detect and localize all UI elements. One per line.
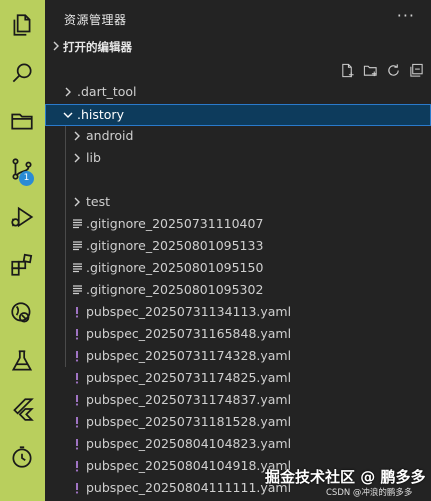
- exclamation-icon: [75, 483, 79, 494]
- chevron-right-icon: [74, 197, 80, 207]
- more-actions-button[interactable]: ···: [397, 6, 415, 25]
- tree-item-label: .gitignore_20250731110407: [86, 216, 264, 231]
- chevron-right-icon: [74, 153, 80, 163]
- chevron-right-icon: [53, 41, 59, 51]
- explorer-sidebar: 资源管理器 ··· 打开的编辑器 .dart_tool .history and…: [45, 0, 431, 501]
- tree-item-label: lib: [86, 150, 101, 165]
- tree-item-label: pubspec_20250731174837.yaml: [86, 392, 292, 407]
- tree-item-label: pubspec_20250804111111.yaml: [86, 480, 292, 495]
- collapse-all-icon: [409, 63, 423, 77]
- lines-file-icon: [73, 285, 82, 295]
- tree-item-label: android: [86, 128, 134, 143]
- chevron-right-icon: [65, 87, 71, 97]
- timeline-icon[interactable]: [5, 440, 39, 474]
- tree-item-yaml[interactable]: pubspec_20250731174825.yaml: [45, 367, 431, 389]
- tree-item-gitignore[interactable]: .gitignore_20250801095133: [45, 235, 431, 257]
- tree-item-label: pubspec_20250804104918.yaml: [86, 458, 292, 473]
- exclamation-icon: [75, 439, 79, 450]
- exclamation-icon: [75, 461, 79, 472]
- open-editors-label: 打开的编辑器: [63, 40, 132, 54]
- files-icon[interactable]: [5, 8, 39, 42]
- exclamation-icon: [75, 329, 79, 340]
- explorer-title: 资源管理器: [64, 13, 127, 27]
- testing-icon[interactable]: [5, 344, 39, 378]
- lines-file-icon: [73, 263, 82, 273]
- exclamation-icon: [75, 351, 79, 362]
- tree-item-yaml[interactable]: pubspec_20250731181528.yaml: [45, 411, 431, 433]
- tree-item-test[interactable]: test: [45, 191, 431, 213]
- new-folder-button[interactable]: [361, 61, 379, 79]
- flutter-icon[interactable]: [5, 392, 39, 426]
- tree-item-yaml[interactable]: pubspec_20250731174328.yaml: [45, 345, 431, 367]
- tree-item-yaml[interactable]: pubspec_20250804104823.yaml: [45, 433, 431, 455]
- tree-item-label: test: [86, 194, 111, 209]
- tree-item-gitignore[interactable]: .gitignore_20250801095150: [45, 257, 431, 279]
- exclamation-icon: [75, 373, 79, 384]
- tree-item-yaml[interactable]: pubspec_20250731134113.yaml: [45, 301, 431, 323]
- tree-item-label: .gitignore_20250801095302: [86, 282, 264, 297]
- tree-item-dart-tool[interactable]: .dart_tool: [45, 81, 431, 103]
- remote-explorer-icon[interactable]: [5, 296, 39, 330]
- tree-item-label: pubspec_20250731134113.yaml: [86, 304, 292, 319]
- watermark-sub: CSDN @冲浪的鹏多多: [326, 488, 413, 498]
- tree-item-label: pubspec_20250804104823.yaml: [86, 436, 292, 451]
- run-debug-icon[interactable]: [5, 200, 39, 234]
- tree-item-label: .gitignore_20250801095133: [86, 238, 264, 253]
- chevron-right-icon: [74, 131, 80, 141]
- exclamation-icon: [75, 417, 79, 428]
- source-control-badge: 1: [19, 171, 34, 186]
- new-file-icon: [341, 63, 354, 77]
- refresh-icon: [387, 63, 399, 76]
- folder-icon[interactable]: [5, 104, 39, 138]
- tree-item-lib[interactable]: lib: [45, 147, 431, 169]
- tree-item-android[interactable]: android: [45, 125, 431, 147]
- tree-item-yaml[interactable]: pubspec_20250731174837.yaml: [45, 389, 431, 411]
- new-folder-icon: [363, 65, 377, 76]
- tree-item-blank[interactable]: [45, 169, 431, 191]
- lines-file-icon: [73, 219, 82, 229]
- activity-bar: 1: [0, 0, 45, 501]
- extensions-icon[interactable]: [5, 248, 39, 282]
- tree-item-label: pubspec_20250731165848.yaml: [86, 326, 292, 341]
- tree-item-yaml[interactable]: pubspec_20250731165848.yaml: [45, 323, 431, 345]
- tree-item-label: .gitignore_20250801095150: [86, 260, 264, 275]
- new-file-button[interactable]: [338, 61, 356, 79]
- watermark-main: 掘金技术社区 @ 鹏多多: [265, 468, 426, 486]
- tree-item-label: .history: [77, 107, 124, 122]
- lines-file-icon: [73, 241, 82, 251]
- tree-item-gitignore[interactable]: .gitignore_20250731110407: [45, 213, 431, 235]
- exclamation-icon: [75, 395, 79, 406]
- exclamation-icon: [75, 307, 79, 318]
- chevron-down-icon: [63, 112, 73, 118]
- open-editors-section[interactable]: 打开的编辑器: [45, 36, 431, 58]
- refresh-button[interactable]: [384, 61, 402, 79]
- explorer-toolbar: [338, 61, 425, 79]
- tree-item-gitignore[interactable]: .gitignore_20250801095302: [45, 279, 431, 301]
- tree-item-label: pubspec_20250731174825.yaml: [86, 370, 292, 385]
- tree-item-label: .dart_tool: [77, 84, 137, 99]
- tree-item-label: pubspec_20250731181528.yaml: [86, 414, 292, 429]
- collapse-all-button[interactable]: [407, 61, 425, 79]
- tree-item-history[interactable]: .history: [45, 104, 431, 126]
- tree-item-label: pubspec_20250731174328.yaml: [86, 348, 292, 363]
- search-icon[interactable]: [5, 56, 39, 90]
